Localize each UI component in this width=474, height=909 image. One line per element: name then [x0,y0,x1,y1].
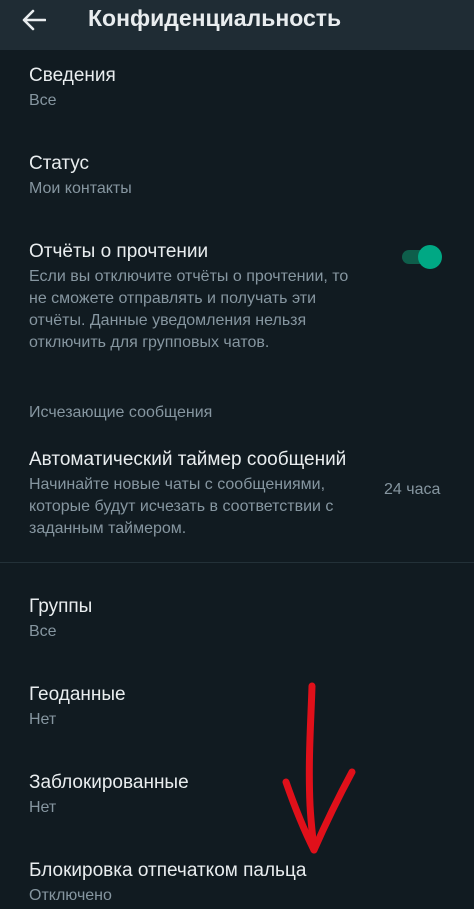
read-receipts-toggle[interactable] [402,244,442,270]
message-timer-title: Автоматический таймер сообщений [29,449,347,470]
location-setting[interactable]: Геоданные Нет [29,683,452,731]
groups-setting-title: Группы [29,596,93,617]
status-setting[interactable]: Статус Мои контакты [29,152,452,200]
location-setting-title: Геоданные [29,684,126,705]
fingerprint-lock-title: Блокировка отпечатком пальца [29,860,307,881]
message-timer-setting[interactable]: Автоматический таймер сообщений Начинайт… [29,448,364,540]
read-receipts-title: Отчёты о прочтении [29,241,209,262]
read-receipts-description: Если вы отключите отчёты о прочтении, то… [29,268,349,351]
status-setting-title: Статус [29,153,90,174]
message-timer-value: 24 часа [384,481,441,498]
toggle-thumb [418,245,442,269]
privacy-screen: Конфиденциальность Сведения Все Статус М… [0,0,474,909]
disappearing-messages-header: Исчезающие сообщения [29,404,213,421]
location-setting-value: Нет [29,711,57,728]
blocked-setting-value: Нет [29,799,57,816]
read-receipts-setting[interactable]: Отчёты о прочтении Если вы отключите отч… [29,240,452,354]
status-setting-value: Мои контакты [29,180,132,197]
blocked-setting[interactable]: Заблокированные Нет [29,771,452,819]
divider [0,562,474,563]
fingerprint-lock-value: Отключено [29,887,112,904]
info-setting[interactable]: Сведения Все [29,64,452,112]
info-setting-value: Все [29,92,57,109]
fingerprint-lock-setting[interactable]: Блокировка отпечатком пальца Отключено [29,859,452,907]
page-title: Конфиденциальность [88,5,342,31]
blocked-setting-title: Заблокированные [29,772,189,793]
groups-setting[interactable]: Группы Все [29,595,452,643]
groups-setting-value: Все [29,623,57,640]
back-button[interactable] [14,3,54,37]
app-bar: Конфиденциальность [0,0,474,50]
arrow-left-icon [22,9,46,31]
info-setting-title: Сведения [29,65,116,86]
message-timer-description: Начинайте новые чаты с сообщениями, кото… [29,476,334,537]
